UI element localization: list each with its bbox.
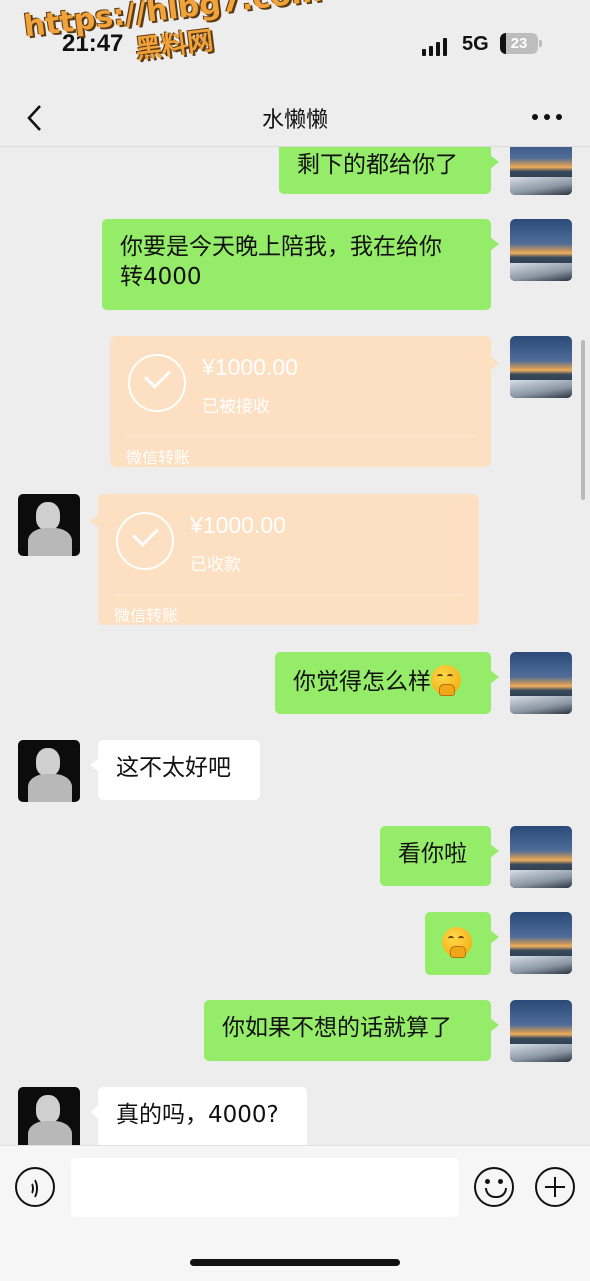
- status-time: 21:47: [62, 30, 124, 57]
- self-avatar[interactable]: [510, 1000, 572, 1062]
- chat-header: 水懒懒: [0, 90, 590, 147]
- self-avatar[interactable]: [510, 652, 572, 714]
- message-bubble[interactable]: 看你啦: [380, 826, 499, 886]
- message-bubble[interactable]: 剩下的都给你了: [279, 147, 499, 194]
- transfer-label: 微信转账: [114, 606, 179, 625]
- message-text: 真的吗，4000?: [116, 1102, 279, 1128]
- divider: [114, 594, 463, 595]
- message-text: 这不太好吧: [116, 755, 231, 781]
- self-avatar[interactable]: [510, 336, 572, 398]
- transfer-card[interactable]: ¥1000.00 已收款 微信转账: [90, 494, 479, 625]
- transfer-card[interactable]: ¥1000.00 已被接收 微信转账: [110, 336, 499, 467]
- transfer-amount: ¥1000.00: [190, 512, 286, 538]
- voice-icon[interactable]: [15, 1167, 55, 1207]
- message-input[interactable]: [71, 1158, 459, 1217]
- message-list[interactable]: 剩下的都给你了 你要是今天晚上陪我，我在给你 转4000 ¥1000.00 已被…: [0, 147, 590, 1145]
- message-bubble[interactable]: 你觉得怎么样: [275, 652, 499, 714]
- self-avatar[interactable]: [510, 826, 572, 888]
- page-title: 水懒懒: [261, 108, 328, 133]
- message-text-line: 转4000: [120, 264, 202, 290]
- contact-avatar[interactable]: [18, 494, 80, 556]
- message-bubble[interactable]: 真的吗，4000?: [90, 1087, 307, 1145]
- message-text-line: 你要是今天晚上陪我，我在给你: [120, 234, 442, 260]
- contact-avatar[interactable]: [18, 740, 80, 802]
- message-bubble[interactable]: 你如果不想的话就算了: [204, 1000, 499, 1061]
- self-avatar[interactable]: [510, 147, 572, 195]
- network-label: 5G: [462, 33, 489, 55]
- self-avatar[interactable]: [510, 912, 572, 974]
- hand-over-mouth-emoji: [431, 665, 461, 696]
- message-bubble[interactable]: 你要是今天晚上陪我，我在给你 转4000: [102, 219, 499, 310]
- scrollbar[interactable]: [581, 340, 585, 500]
- message-text: 看你啦: [398, 841, 467, 867]
- check-circle-icon: [116, 512, 174, 570]
- divider: [126, 436, 475, 437]
- status-bar: 21:47 5G 23: [0, 0, 590, 90]
- emoji-icon[interactable]: [474, 1167, 514, 1207]
- hand-over-mouth-emoji: [442, 927, 472, 958]
- contact-avatar[interactable]: [18, 1087, 80, 1145]
- check-circle-icon: [128, 354, 186, 412]
- transfer-status: 已收款: [190, 555, 241, 575]
- battery-icon: 23: [500, 33, 542, 54]
- home-indicator[interactable]: [190, 1259, 400, 1266]
- signal-icon: [422, 36, 448, 56]
- message-text: 你觉得怎么样: [293, 669, 431, 695]
- message-text: 你如果不想的话就算了: [222, 1015, 452, 1041]
- message-bubble[interactable]: [425, 912, 499, 975]
- message-text: 剩下的都给你了: [297, 152, 458, 178]
- battery-level: 23: [510, 35, 528, 52]
- message-bubble[interactable]: 这不太好吧: [90, 740, 260, 800]
- self-avatar[interactable]: [510, 219, 572, 281]
- transfer-amount: ¥1000.00: [202, 354, 298, 380]
- transfer-label: 微信转账: [126, 448, 191, 467]
- plus-icon[interactable]: [535, 1167, 575, 1207]
- transfer-status: 已被接收: [202, 397, 270, 417]
- more-dots-icon[interactable]: [532, 114, 562, 122]
